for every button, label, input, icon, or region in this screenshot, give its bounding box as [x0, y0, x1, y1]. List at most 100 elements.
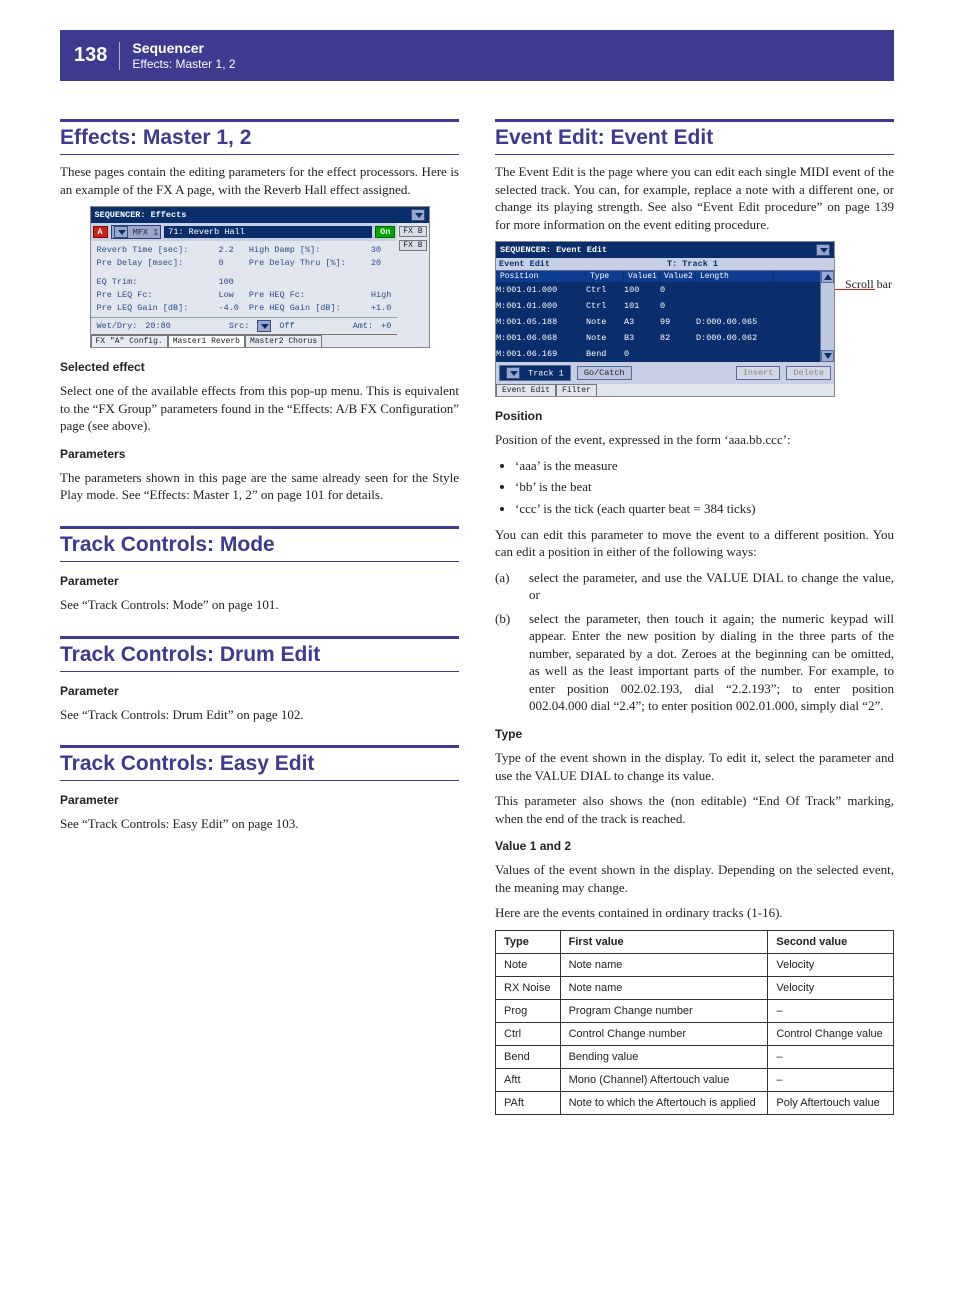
parameter-heading: Parameter: [60, 574, 459, 588]
cell-value2[interactable]: 0: [660, 301, 696, 311]
cell-value2[interactable]: 0: [660, 285, 696, 295]
side-tab-fxb[interactable]: FX B: [399, 240, 426, 251]
alpha-b-text: select the parameter, then touch it agai…: [529, 610, 894, 715]
bullet-ccc: ‘ccc’ is the tick (each quarter beat = 3…: [515, 500, 894, 518]
fx-titlebar: SEQUENCER: Effects: [95, 210, 407, 220]
param-value[interactable]: 2.2: [218, 245, 238, 255]
fx-on-toggle[interactable]: On: [375, 226, 395, 238]
col-length[interactable]: Length: [696, 271, 774, 282]
table-row: AfttMono (Channel) Aftertouch value–: [496, 1068, 894, 1091]
col-value2[interactable]: Value2: [660, 271, 696, 282]
param-value[interactable]: +1.0: [371, 303, 391, 313]
value-text-1: Values of the event shown in the display…: [495, 861, 894, 896]
col-position[interactable]: Position: [496, 271, 586, 282]
table-cell: –: [768, 1068, 894, 1091]
tab-master2-chorus[interactable]: Master2 Chorus: [245, 335, 322, 347]
table-cell: Bend: [496, 1045, 561, 1068]
cell-type[interactable]: Ctrl: [586, 301, 624, 311]
type-text-1: Type of the event shown in the display. …: [495, 749, 894, 784]
fx-group-badge[interactable]: A: [93, 226, 108, 238]
chevron-down-icon: [114, 226, 128, 238]
cell-value2[interactable]: [660, 349, 696, 359]
cell-type[interactable]: Note: [586, 317, 624, 327]
cell-length[interactable]: D:000.00.062: [696, 333, 774, 343]
col-type[interactable]: Type: [586, 271, 624, 282]
effect-name[interactable]: 71: Reverb Hall: [164, 226, 372, 238]
table-row: PAftNote to which the Aftertouch is appl…: [496, 1091, 894, 1114]
param-label: Pre LEQ Fc:: [97, 290, 209, 300]
cell-length[interactable]: D:000.00.065: [696, 317, 774, 327]
cell-position[interactable]: M:001.06.169: [496, 349, 586, 359]
cell-value2[interactable]: 82: [660, 333, 696, 343]
wetdry-value[interactable]: 20:80: [145, 321, 171, 331]
table-cell: PAft: [496, 1091, 561, 1114]
cell-value1[interactable]: 101: [624, 301, 660, 311]
cell-type[interactable]: Ctrl: [586, 285, 624, 295]
position-intro: Position of the event, expressed in the …: [495, 431, 894, 449]
event-row[interactable]: M:001.05.188NoteA399D:000.00.065: [496, 314, 820, 330]
param-value[interactable]: 100: [218, 277, 238, 287]
event-row[interactable]: M:001.06.068NoteB382D:000.00.062: [496, 330, 820, 346]
amt-value[interactable]: +0: [381, 321, 391, 331]
event-row[interactable]: M:001.01.000Ctrl1010: [496, 298, 820, 314]
scroll-down-icon[interactable]: [821, 350, 834, 362]
cell-value2[interactable]: 99: [660, 317, 696, 327]
cell-position[interactable]: M:001.01.000: [496, 285, 586, 295]
tab-event-edit[interactable]: Event Edit: [496, 384, 556, 396]
table-cell: Control Change value: [768, 1022, 894, 1045]
parameters-heading: Parameters: [60, 447, 459, 461]
menu-dropdown-icon[interactable]: [816, 244, 830, 256]
menu-dropdown-icon[interactable]: [411, 209, 425, 221]
table-cell: Velocity: [768, 953, 894, 976]
table-cell: Note name: [560, 976, 768, 999]
scrollbar[interactable]: [820, 271, 834, 362]
cell-length[interactable]: [696, 349, 774, 359]
table-cell: Prog: [496, 999, 561, 1022]
cell-position[interactable]: M:001.01.000: [496, 301, 586, 311]
parameter-text: See “Track Controls: Mode” on page 101.: [60, 596, 459, 614]
table-row: CtrlControl Change numberControl Change …: [496, 1022, 894, 1045]
param-value[interactable]: Low: [218, 290, 238, 300]
cell-value1[interactable]: A3: [624, 317, 660, 327]
type-heading: Type: [495, 727, 894, 741]
event-edit-screenshot: SEQUENCER: Event Edit Event Edit T: Trac…: [495, 241, 835, 397]
cell-type[interactable]: Bend: [586, 349, 624, 359]
param-value[interactable]: 0: [218, 258, 238, 268]
go-catch-button[interactable]: Go/Catch: [577, 366, 632, 380]
param-label: EQ Trim:: [97, 277, 209, 287]
mfx-select[interactable]: MFX 1: [111, 225, 162, 239]
track-select-label: Track 1: [528, 369, 564, 379]
event-titlebar: SEQUENCER: Event Edit: [500, 245, 812, 255]
param-value[interactable]: 20: [371, 258, 391, 268]
cell-value1[interactable]: B3: [624, 333, 660, 343]
cell-type[interactable]: Note: [586, 333, 624, 343]
section-track-drum: Track Controls: Drum Edit: [60, 636, 459, 672]
delete-button[interactable]: Delete: [786, 366, 831, 380]
param-value[interactable]: High: [371, 290, 391, 300]
cell-value1[interactable]: 100: [624, 285, 660, 295]
insert-button[interactable]: Insert: [736, 366, 781, 380]
event-row[interactable]: M:001.06.169Bend0: [496, 346, 820, 362]
table-cell: Note: [496, 953, 561, 976]
param-value[interactable]: 30: [371, 245, 391, 255]
cell-value1[interactable]: 0: [624, 349, 660, 359]
event-edit-label: Event Edit: [499, 259, 550, 269]
cell-length[interactable]: [696, 285, 774, 295]
header-subtitle: Effects: Master 1, 2: [132, 57, 235, 71]
tab-master1-reverb[interactable]: Master1 Reverb: [168, 335, 245, 347]
scroll-up-icon[interactable]: [821, 271, 834, 283]
cell-length[interactable]: [696, 301, 774, 311]
track-select-button[interactable]: Track 1: [499, 365, 571, 381]
th-first: First value: [560, 930, 768, 953]
chevron-down-icon[interactable]: [257, 320, 271, 332]
cell-position[interactable]: M:001.06.068: [496, 333, 586, 343]
col-value1[interactable]: Value1: [624, 271, 660, 282]
event-row[interactable]: M:001.01.000Ctrl1000: [496, 282, 820, 298]
parameters-text: The parameters shown in this page are th…: [60, 469, 459, 504]
src-value[interactable]: Off: [279, 321, 294, 331]
cell-position[interactable]: M:001.05.188: [496, 317, 586, 327]
tab-fxa-config[interactable]: FX "A" Config.: [91, 335, 168, 347]
param-value[interactable]: -4.0: [218, 303, 238, 313]
side-tab-fxb[interactable]: FX B: [399, 226, 426, 237]
tab-filter[interactable]: Filter: [556, 384, 597, 396]
